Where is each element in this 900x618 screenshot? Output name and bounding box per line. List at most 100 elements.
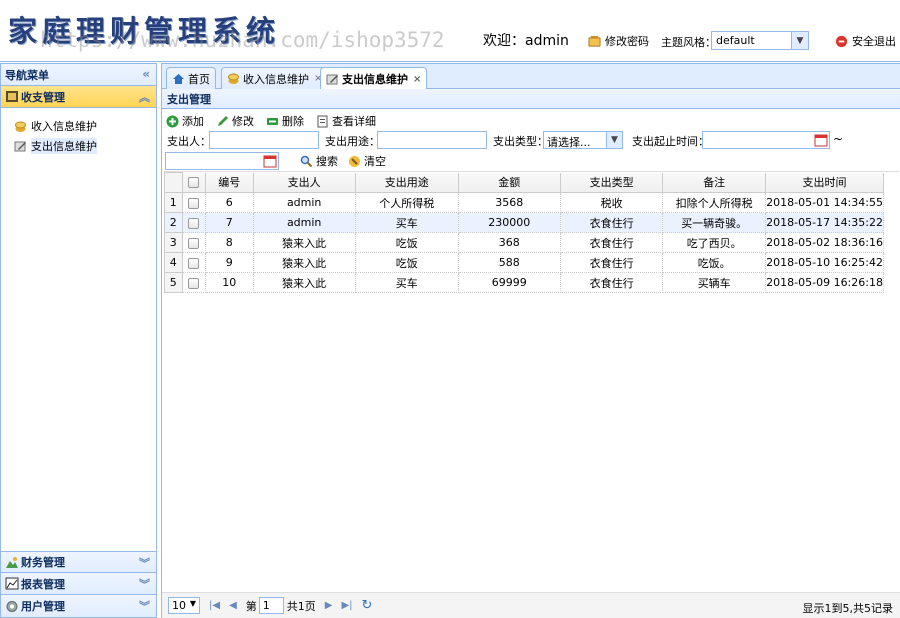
next-page-icon[interactable]: ▶ [325,600,333,611]
select-all-checkbox[interactable] [188,177,200,189]
theme-select[interactable]: default ▼ [711,31,809,50]
calendar-icon[interactable] [814,133,828,147]
sidebar-item-expense[interactable]: 支出信息维护 [1,136,156,156]
chevron-down-icon[interactable]: ︾ [139,576,150,592]
row-number: 2 [164,212,183,233]
type-select[interactable]: 请选择... ▼ [543,131,623,149]
row-number: 1 [164,192,183,213]
cell-id: 9 [205,252,254,273]
prev-page-icon[interactable]: ◀ [229,600,237,611]
cell-time: 2018-05-10 16:25:42 [765,252,884,273]
expense-table: 编号 支出人 支出用途 金额 支出类型 备注 支出时间 1 6 admin 个人… [164,172,884,293]
coins-icon [15,121,26,132]
cell-remark: 买一辆奇骏。 [662,212,767,233]
sidebar-group-reports[interactable]: 报表管理 ︾ [1,573,156,595]
row-checkbox-cell [181,232,207,253]
cell-amount: 3568 [457,192,561,213]
last-page-icon[interactable]: ▶| [341,600,352,611]
row-checkbox[interactable] [188,197,200,209]
column-header[interactable]: 支出时间 [765,172,884,193]
view-detail-label: 查看详细 [332,115,376,128]
tab-label: 首页 [188,72,210,86]
sidebar-group-users[interactable]: 用户管理 ︾ [1,595,156,617]
change-password-button[interactable]: 修改密码 [588,33,649,49]
row-checkbox-cell [181,272,207,293]
select-all-header [181,172,207,193]
type-label: 支出类型： [493,135,548,148]
chevron-down-icon[interactable]: ︾ [139,598,150,614]
chevron-up-icon[interactable]: ︽ [139,89,150,105]
cell-id: 10 [205,272,254,293]
logout-button[interactable]: 安全退出 [835,33,896,49]
sidebar-group-income-expense[interactable]: 收支管理 ︽ [1,86,156,108]
table-row[interactable]: 3 8 猿来入此 吃饭 368 衣食住行 吃了西贝。 2018-05-02 18… [164,232,884,253]
delete-label: 删除 [282,115,304,128]
purpose-input[interactable] [377,131,487,149]
collapse-left-icon[interactable]: « [142,67,150,81]
end-date-input[interactable] [165,152,279,170]
table-row[interactable]: 5 10 猿来入此 买车 69999 衣食住行 买辆车 2018-05-09 1… [164,272,884,293]
content-panel: 支出管理 添加 修改 删除 查看详细 支出人： 支出用途： 支出类型： 请选择.… [161,89,900,618]
edit-button[interactable]: 修改 [216,113,254,129]
header: 家庭理财管理系统 https://www.huzhan.com/ishop357… [0,0,900,62]
tab-label: 支出信息维护 [342,73,408,86]
data-grid: 编号 支出人 支出用途 金额 支出类型 备注 支出时间 1 6 admin 个人… [164,171,899,591]
sidebar-group-label: 用户管理 [21,600,65,613]
page-number-input[interactable]: 1 [258,597,284,614]
payer-input[interactable] [209,131,319,149]
column-header[interactable]: 支出类型 [559,172,664,193]
first-page-icon[interactable]: |◀ [209,600,220,611]
plus-icon [166,115,179,127]
page-size-select[interactable]: 10 ▼ [168,597,200,614]
table-row[interactable]: 4 9 猿来入此 吃饭 588 衣食住行 吃饭。 2018-05-10 16:2… [164,252,884,273]
clear-button[interactable]: 清空 [348,153,386,169]
tab-home[interactable]: 首页 [166,67,216,89]
column-header[interactable]: 金额 [457,172,561,193]
column-header[interactable]: 备注 [662,172,767,193]
row-checkbox[interactable] [188,277,200,289]
refresh-icon[interactable]: ↻ [362,598,373,613]
column-header[interactable]: 编号 [205,172,254,193]
close-icon[interactable]: × [413,74,421,85]
sidebar-item-income[interactable]: 收入信息维护 [1,116,156,136]
clear-label: 清空 [364,155,386,168]
row-checkbox-cell [181,212,207,233]
sidebar-group-finance[interactable]: 财务管理 ︾ [1,551,156,573]
row-checkbox[interactable] [188,237,200,249]
row-checkbox[interactable] [188,217,200,229]
cell-amount: 69999 [457,272,561,293]
pager: 10 ▼ |◀ ◀ 第 1 共1页 ▶ ▶| ↻ 显示1到5,共5记录 [162,592,900,618]
start-date-input[interactable] [702,131,830,149]
column-header[interactable]: 支出人 [252,172,356,193]
page-prefix: 第 [245,599,257,613]
sidebar-header: 导航菜单 « [1,64,156,86]
edit-icon [14,141,26,151]
watermark: https://www.huzhan.com/ishop3572 [40,28,445,52]
view-detail-button[interactable]: 查看详细 [316,113,376,129]
row-number: 5 [164,272,183,293]
chevron-down-icon[interactable]: ︾ [139,555,150,571]
key-icon [588,35,601,47]
theme-value: default [716,34,755,47]
minus-icon [267,117,278,125]
table-row[interactable]: 1 6 admin 个人所得税 3568 税收 扣除个人所得税 2018-05-… [164,192,884,213]
column-header[interactable]: 支出用途 [354,172,459,193]
cell-payer: admin [252,212,356,233]
tab-income[interactable]: 收入信息维护 × [221,67,329,89]
date-range-tilde: ~ [833,132,844,146]
cell-remark: 买辆车 [662,272,767,293]
payer-label: 支出人： [167,135,211,148]
table-row[interactable]: 2 7 admin 买车 230000 衣食住行 买一辆奇骏。 2018-05-… [164,212,884,233]
tab-expense[interactable]: 支出信息维护 × [320,67,428,90]
cell-remark: 吃了西贝。 [662,232,767,253]
add-button[interactable]: 添加 [166,113,204,129]
chart-icon [5,577,19,590]
delete-button[interactable]: 删除 [266,113,304,129]
search-button[interactable]: 搜索 [300,153,338,169]
cell-remark: 吃饭。 [662,252,767,273]
row-checkbox[interactable] [188,257,200,269]
tab-label: 收入信息维护 [243,72,309,86]
ledger-icon [6,91,18,102]
calendar-icon[interactable] [263,154,277,168]
chevron-down-icon: ▼ [189,599,196,608]
